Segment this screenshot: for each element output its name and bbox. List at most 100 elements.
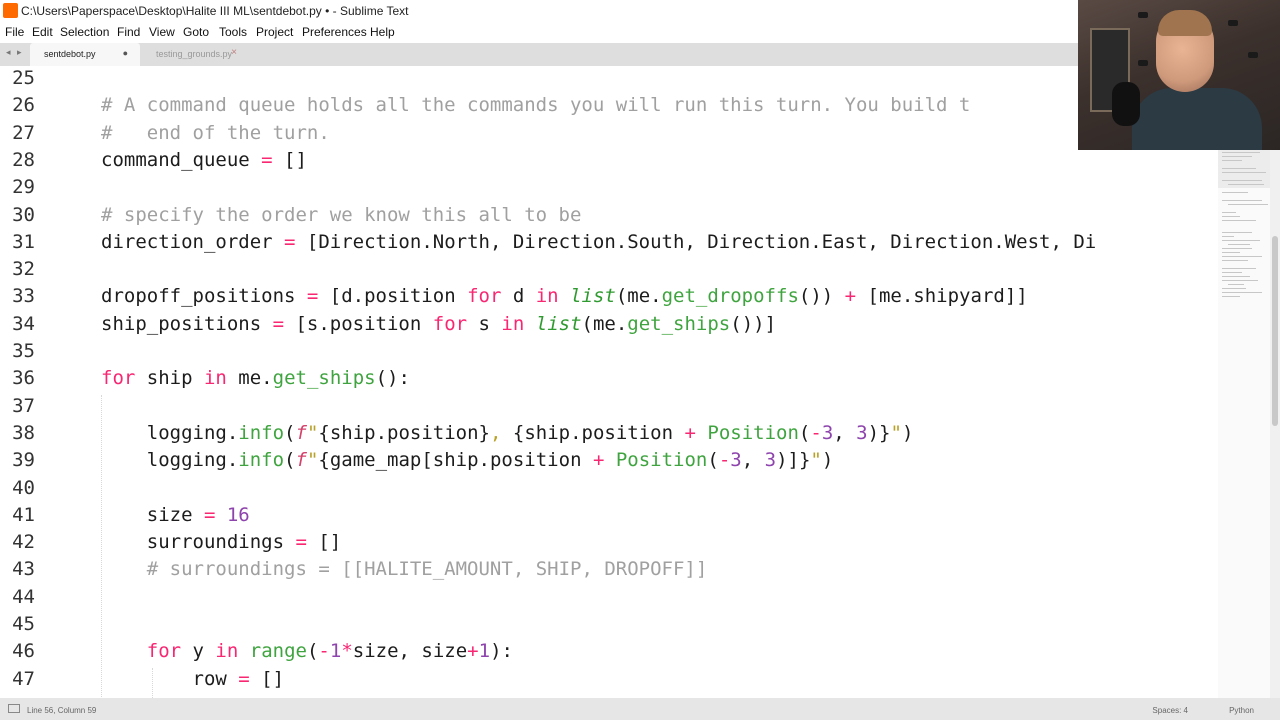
line-number: 32: [12, 258, 35, 281]
code-line[interactable]: for ship in me.get_ships():: [101, 365, 410, 392]
tab-label: sentdebot.py: [44, 49, 96, 59]
panel-toggle-icon[interactable]: [8, 704, 20, 713]
minimap-line: [1222, 192, 1248, 193]
webcam-drone: [1138, 12, 1148, 18]
minimap-line: [1228, 184, 1264, 185]
vertical-scrollbar[interactable]: [1270, 66, 1280, 698]
close-icon[interactable]: ×: [231, 47, 237, 58]
minimap-line: [1222, 280, 1258, 281]
webcam-overlay: [1078, 0, 1280, 150]
minimap-line: [1228, 204, 1268, 205]
minimap-line: [1222, 248, 1252, 249]
minimap-line: [1222, 220, 1256, 221]
minimap-line: [1222, 272, 1242, 273]
menu-help[interactable]: Help: [370, 25, 395, 39]
minimap-line: [1222, 268, 1256, 269]
line-number: 45: [12, 613, 35, 635]
code-line[interactable]: for y in range(-1*size, size+1):: [101, 638, 513, 665]
line-number: 27: [12, 121, 35, 144]
line-number: 42: [12, 531, 35, 554]
webcam-drone: [1228, 20, 1238, 26]
minimap-line: [1222, 240, 1260, 241]
code-line[interactable]: command_queue = []: [101, 147, 307, 174]
code-line[interactable]: direction_order = [Direction.North, Dire…: [101, 229, 1096, 256]
line-number: 28: [12, 148, 35, 171]
code-editor[interactable]: 25 26 27 28 29 30 31 32 33 34 35 36 37 38 39 40 41 42 43 44…: [0, 66, 1218, 698]
line-number: 33: [12, 285, 35, 308]
code-line[interactable]: logging.info(f"{game_map[ship.position +…: [101, 447, 834, 474]
line-number: 31: [12, 230, 35, 253]
minimap-line: [1222, 180, 1262, 181]
tab-label: testing_grounds.py: [156, 49, 233, 59]
minimap-line: [1222, 232, 1252, 233]
indentation-setting[interactable]: Spaces: 4: [1152, 706, 1188, 715]
code-line[interactable]: # surroundings = [[HALITE_AMOUNT, SHIP, …: [101, 556, 708, 583]
tab-navigation-arrows[interactable]: ◂ ▸: [6, 47, 24, 58]
minimap-line: [1222, 292, 1262, 293]
unsaved-dot-icon[interactable]: ●: [123, 48, 128, 58]
line-number: 29: [12, 176, 35, 199]
tab-sentdebot[interactable]: sentdebot.py ●: [30, 43, 140, 66]
minimap-line: [1222, 200, 1262, 201]
webcam-drone: [1138, 60, 1148, 66]
code-line[interactable]: row = []: [101, 666, 285, 693]
line-number: 30: [12, 203, 35, 226]
line-number: 43: [12, 558, 35, 581]
menu-view[interactable]: View: [149, 25, 175, 39]
minimap-line: [1222, 252, 1240, 253]
code-line[interactable]: # A command queue holds all the commands…: [101, 92, 970, 119]
syntax-selector[interactable]: Python: [1229, 706, 1254, 715]
line-number: 46: [12, 640, 35, 663]
code-line[interactable]: dropoff_positions = [d.position for d in…: [101, 283, 1028, 310]
line-number-gutter: 25 26 27 28 29 30 31 32 33 34 35 36 37 38 39 40 41 42 43 44…: [0, 66, 55, 698]
code-line[interactable]: size = 16: [101, 502, 250, 529]
minimap-line: [1222, 260, 1248, 261]
line-number: 47: [12, 667, 35, 690]
indent-guide: [152, 668, 153, 698]
indent-guide: [101, 395, 102, 698]
cursor-position: Line 56, Column 59: [27, 706, 97, 715]
minimap-line: [1222, 216, 1240, 217]
menu-goto[interactable]: Goto: [183, 25, 209, 39]
tab-testing-grounds[interactable]: testing_grounds.py ×: [142, 43, 247, 66]
webcam-person-hair: [1158, 10, 1212, 36]
minimap-line: [1222, 236, 1234, 237]
minimap-line: [1222, 288, 1246, 289]
minimap-line: [1222, 172, 1266, 173]
window-title: C:\Users\Paperspace\Desktop\Halite III M…: [21, 4, 409, 18]
minimap-line: [1222, 276, 1250, 277]
code-line[interactable]: logging.info(f"{ship.position}, {ship.po…: [101, 420, 914, 447]
code-line[interactable]: ship_positions = [s.position for s in li…: [101, 311, 776, 338]
minimap-line: [1228, 284, 1244, 285]
code-line[interactable]: # end of the turn.: [101, 120, 330, 147]
minimap-line: [1222, 212, 1236, 213]
code-line[interactable]: surroundings = []: [101, 529, 342, 556]
line-number: 44: [12, 585, 35, 608]
line-number: 34: [12, 312, 35, 335]
minimap-line: [1222, 168, 1256, 169]
line-number: 41: [12, 503, 35, 526]
line-number: 25: [12, 67, 35, 89]
menu-preferences[interactable]: Preferences: [302, 25, 367, 39]
minimap-line: [1222, 296, 1240, 297]
minimap-line: [1222, 160, 1242, 161]
menu-file[interactable]: File: [5, 25, 24, 39]
minimap-line: [1222, 256, 1262, 257]
menu-selection[interactable]: Selection: [60, 25, 109, 39]
scrollbar-thumb[interactable]: [1272, 236, 1278, 426]
webcam-microphone: [1112, 82, 1140, 126]
menu-project[interactable]: Project: [256, 25, 293, 39]
sublime-app-icon: [3, 3, 18, 18]
menu-edit[interactable]: Edit: [32, 25, 53, 39]
minimap-line: [1222, 156, 1252, 157]
line-number: 26: [12, 94, 35, 117]
line-number: 35: [12, 340, 35, 362]
status-bar: Line 56, Column 59 Spaces: 4 Python: [0, 698, 1280, 720]
menu-tools[interactable]: Tools: [219, 25, 247, 39]
minimap[interactable]: [1218, 66, 1270, 698]
menu-find[interactable]: Find: [117, 25, 140, 39]
code-line[interactable]: # specify the order we know this all to …: [101, 202, 581, 229]
webcam-person-body: [1132, 88, 1262, 150]
line-number: 40: [12, 476, 35, 499]
line-number: 38: [12, 421, 35, 444]
